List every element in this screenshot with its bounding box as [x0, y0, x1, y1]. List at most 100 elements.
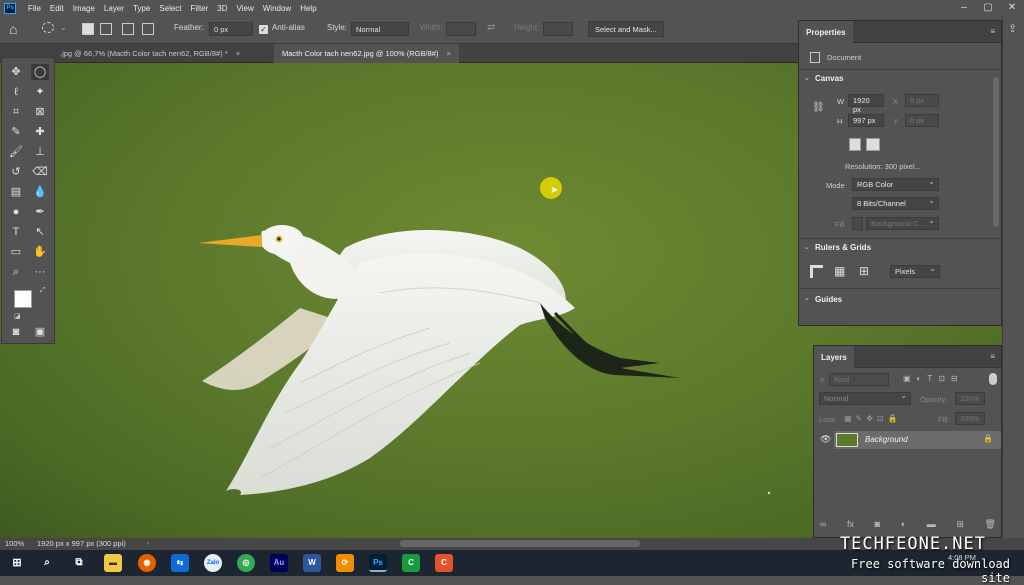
elliptical-marquee-preset-icon[interactable]: [42, 22, 54, 33]
chevron-down-icon[interactable]: ⌄: [60, 23, 67, 32]
grid-icon[interactable]: ▦: [834, 265, 845, 278]
canvas-height-input[interactable]: 997 px: [848, 114, 884, 127]
menu-edit[interactable]: Edit: [50, 4, 64, 13]
properties-title[interactable]: Properties: [799, 21, 853, 43]
layers-title[interactable]: Layers: [814, 346, 854, 368]
swap-colors-icon[interactable]: ⤢: [40, 287, 46, 295]
healing-brush-tool-icon[interactable]: ✚: [31, 124, 49, 140]
dodge-tool-icon[interactable]: ●: [7, 204, 25, 220]
eyedropper-tool-icon[interactable]: ✎: [7, 124, 25, 140]
height-input[interactable]: [543, 22, 573, 36]
tab-document-2[interactable]: Macth Color tach nen62.jpg @ 100% (RGB/8…: [274, 44, 459, 63]
brush-tool-icon[interactable]: 🖌: [7, 144, 25, 160]
word-icon[interactable]: W: [303, 554, 321, 572]
move-tool-icon[interactable]: ✥: [7, 64, 25, 80]
fill-dropdown[interactable]: Background C...: [866, 216, 939, 230]
quick-mask-icon[interactable]: ◙: [7, 324, 25, 340]
camtasia-green-icon[interactable]: C: [402, 554, 420, 572]
link-icon[interactable]: ⛓: [812, 102, 825, 113]
select-and-mask-button[interactable]: Select and Mask...: [588, 21, 664, 37]
menu-filter[interactable]: Filter: [191, 4, 209, 13]
share-icon[interactable]: ⇪: [1008, 22, 1017, 35]
layer-name[interactable]: Background: [865, 435, 908, 444]
firefox-icon[interactable]: ◉: [138, 554, 156, 572]
landscape-orientation-icon[interactable]: [866, 138, 880, 151]
zoom-level[interactable]: 100%: [5, 539, 24, 548]
camtasia-orange-icon[interactable]: C: [435, 554, 453, 572]
panel-menu-icon[interactable]: ≡: [990, 352, 995, 361]
history-brush-tool-icon[interactable]: ↺: [7, 164, 25, 180]
new-selection-icon[interactable]: [82, 23, 94, 35]
eraser-tool-icon[interactable]: ⌫: [31, 164, 49, 180]
file-explorer-icon[interactable]: ▬: [104, 554, 122, 572]
color-mode-dropdown[interactable]: RGB Color: [852, 177, 939, 191]
gradient-tool-icon[interactable]: ▤: [7, 184, 25, 200]
menu-image[interactable]: Image: [73, 4, 95, 13]
eye-icon[interactable]: 👁: [820, 434, 831, 445]
ruler-units-dropdown[interactable]: Pixels: [890, 264, 940, 278]
lasso-tool-icon[interactable]: ℓ: [7, 84, 25, 100]
menu-3d[interactable]: 3D: [217, 4, 227, 13]
layer-fill-input[interactable]: 100%: [955, 412, 985, 425]
layer-filter-icons[interactable]: ▣◐T⊡⊟: [903, 374, 964, 383]
close-icon[interactable]: ×: [236, 49, 240, 58]
maximize-button[interactable]: ▢: [976, 0, 1000, 16]
zalo-icon[interactable]: Zalo: [204, 554, 222, 572]
tab-document-1[interactable]: .jpg @ 66,7% (Macth Color tach nen62, RG…: [52, 44, 248, 63]
canvas-section-title[interactable]: Canvas: [815, 74, 843, 83]
menu-help[interactable]: Help: [300, 4, 316, 13]
blend-mode-dropdown[interactable]: Normal: [819, 391, 911, 405]
width-input[interactable]: [446, 22, 476, 36]
menu-window[interactable]: Window: [263, 4, 291, 13]
kind-filter-dropdown[interactable]: Kind: [829, 373, 889, 386]
link-icon[interactable]: ∞: [820, 519, 826, 533]
horizontal-scrollbar[interactable]: [400, 540, 640, 547]
frame-tool-icon[interactable]: ⊠: [31, 104, 49, 120]
fill-swatch[interactable]: [852, 217, 863, 230]
menu-layer[interactable]: Layer: [104, 4, 124, 13]
opacity-input[interactable]: 100%: [955, 392, 985, 405]
chevron-right-icon[interactable]: ›: [147, 541, 149, 547]
feather-input[interactable]: 0 px: [209, 22, 253, 36]
chevron-down-icon[interactable]: ⌄: [804, 74, 810, 82]
rulers-grids-section-title[interactable]: Rulers & Grids: [815, 243, 871, 252]
more-tools-icon[interactable]: ···: [31, 264, 49, 280]
swap-icon[interactable]: ⇄: [487, 22, 495, 33]
audition-icon[interactable]: Au: [270, 554, 288, 572]
task-view-icon[interactable]: ⧉: [70, 554, 88, 572]
lock-options-icons[interactable]: ▦✎✥⊡🔒: [844, 414, 902, 423]
layer-row-background[interactable]: Background 🔒: [834, 431, 1001, 449]
zoom-tool-icon[interactable]: ⌕: [7, 264, 25, 280]
blur-tool-icon[interactable]: 💧: [31, 184, 49, 200]
chevron-down-icon[interactable]: ⌄: [804, 243, 810, 251]
scrollbar-thumb[interactable]: [993, 77, 999, 227]
foreground-color-swatch[interactable]: [14, 290, 32, 308]
teamviewer-icon[interactable]: ⇆: [171, 554, 189, 572]
x-input[interactable]: 0 px: [905, 94, 939, 107]
menu-view[interactable]: View: [237, 4, 254, 13]
marquee-tool-icon[interactable]: ◯: [31, 64, 49, 80]
clone-stamp-tool-icon[interactable]: ⊥: [31, 144, 49, 160]
type-tool-icon[interactable]: T: [7, 224, 25, 240]
crop-tool-icon[interactable]: ⌗: [7, 104, 25, 120]
style-dropdown[interactable]: Normal: [351, 22, 409, 36]
bit-depth-dropdown[interactable]: 8 Bits/Channel: [852, 196, 939, 210]
screen-mode-icon[interactable]: ▣: [31, 324, 49, 340]
photoshop-taskbar-icon[interactable]: Ps: [369, 554, 387, 572]
home-icon[interactable]: ⌂: [9, 21, 17, 37]
intersect-selection-icon[interactable]: [142, 23, 154, 35]
rectangle-tool-icon[interactable]: ▭: [7, 244, 25, 260]
menu-file[interactable]: File: [28, 4, 41, 13]
guides-section-title[interactable]: Guides: [815, 295, 842, 304]
subtract-selection-icon[interactable]: [122, 23, 134, 35]
y-input[interactable]: 0 px: [905, 114, 939, 127]
magic-wand-tool-icon[interactable]: ✦: [31, 84, 49, 100]
default-colors-icon[interactable]: ◪: [14, 312, 21, 320]
hand-tool-icon[interactable]: ✋: [31, 244, 49, 260]
chevron-down-icon[interactable]: ⌄: [804, 294, 810, 302]
panel-menu-icon[interactable]: ≡: [990, 27, 995, 36]
anti-alias-checkbox[interactable]: ✓: [259, 25, 268, 34]
pen-tool-icon[interactable]: ✒: [31, 204, 49, 220]
add-selection-icon[interactable]: [100, 23, 112, 35]
close-button[interactable]: ✕: [1000, 0, 1024, 16]
